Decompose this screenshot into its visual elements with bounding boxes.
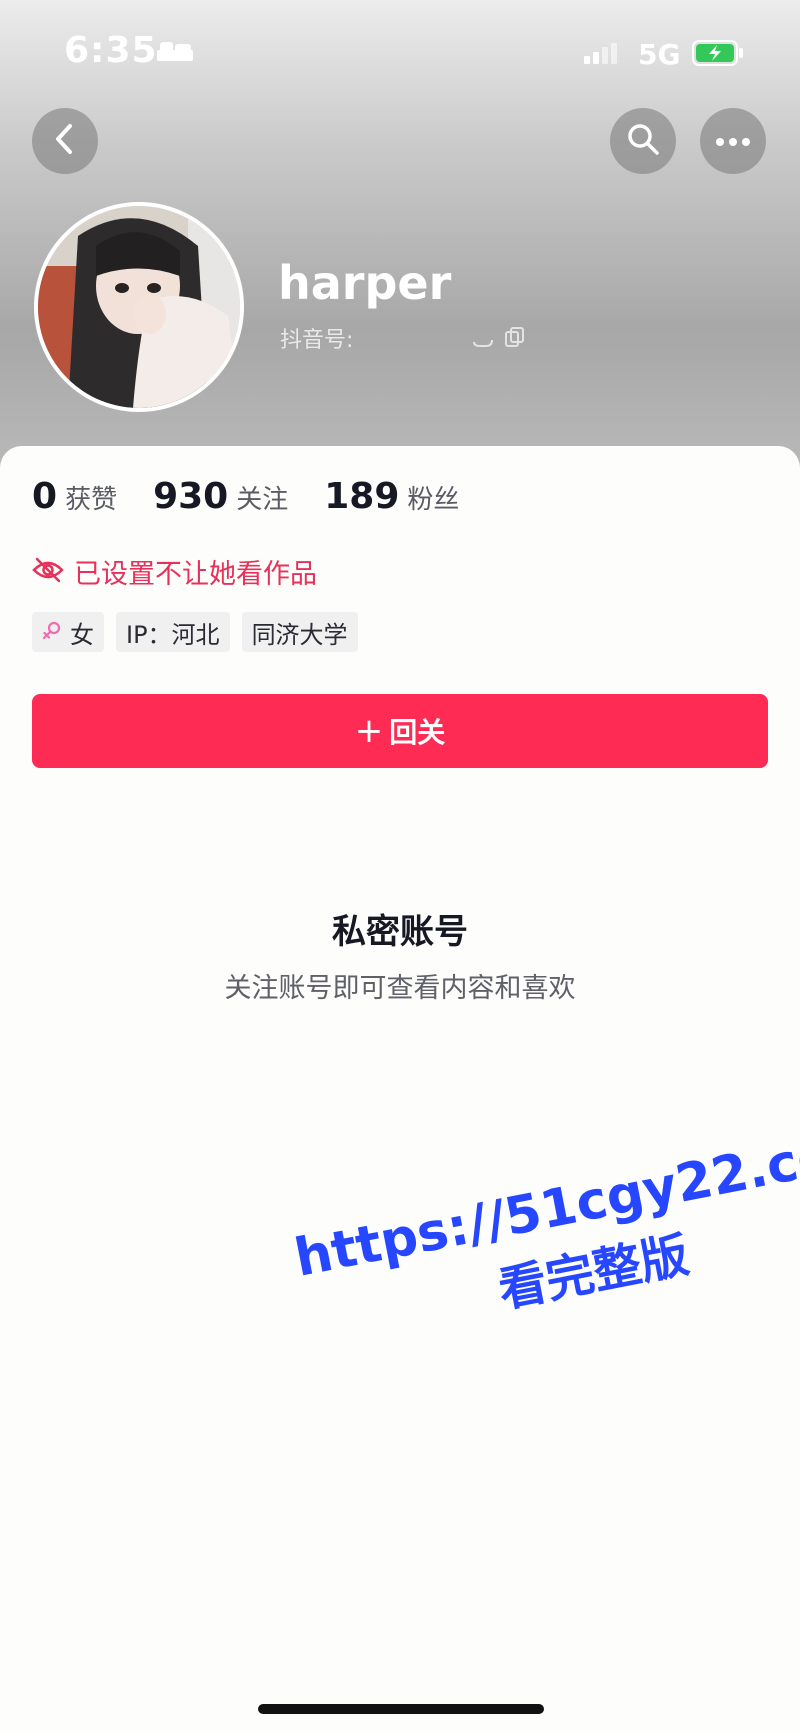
more-button[interactable] [700, 108, 766, 174]
eye-off-icon [32, 557, 64, 587]
tag-gender-label: 女 [70, 620, 94, 649]
stat-likes[interactable]: 0 获赞 [32, 476, 117, 517]
privacy-note-text: 已设置不让她看作品 [74, 559, 317, 590]
douyin-id-label: 抖音号: [280, 328, 354, 353]
more-dots-icon [715, 132, 751, 151]
chevron-left-icon [52, 122, 78, 160]
tag-ip: IP：河北 [116, 612, 230, 652]
tag-gender: 女 [32, 612, 104, 652]
profile-stats: 0 获赞 930 关注 189 粉丝 [32, 476, 495, 526]
battery-charging-icon [692, 40, 744, 70]
privacy-note[interactable]: 已设置不让她看作品 [32, 552, 317, 591]
copy-id-icon[interactable] [470, 326, 530, 354]
follow-back-button[interactable]: + 回关 [32, 694, 768, 768]
private-account-subtitle: 关注账号即可查看内容和喜欢 [224, 973, 576, 1004]
follow-back-label: 回关 [389, 716, 446, 749]
back-button[interactable] [32, 108, 98, 174]
signal-icon [582, 42, 622, 70]
female-icon [42, 618, 62, 646]
stat-following-value: 930 [153, 476, 229, 517]
stat-following-label: 关注 [236, 485, 289, 515]
stat-followers[interactable]: 189 粉丝 [324, 476, 459, 517]
search-button[interactable] [610, 108, 676, 174]
search-icon [626, 122, 660, 160]
private-account-title: 私密账号 [332, 912, 468, 952]
home-indicator[interactable] [258, 1704, 544, 1714]
avatar[interactable] [34, 202, 244, 412]
plus-icon: + [354, 711, 384, 751]
stat-followers-value: 189 [324, 476, 400, 517]
tag-school[interactable]: 同济大学 [241, 612, 358, 652]
status-time: 6:35 [64, 30, 158, 71]
stat-likes-label: 获赞 [65, 485, 118, 515]
sleep-focus-icon [156, 40, 194, 68]
profile-tags: 女 IP：河北 同济大学 [32, 612, 370, 652]
stat-following[interactable]: 930 关注 [153, 476, 288, 517]
avatar-photo [38, 206, 240, 408]
stat-followers-label: 粉丝 [407, 485, 460, 515]
username: harper [278, 256, 452, 310]
stat-likes-value: 0 [32, 476, 58, 517]
network-type: 5G [638, 38, 681, 71]
status-bar: 6:35 5G [0, 0, 800, 110]
